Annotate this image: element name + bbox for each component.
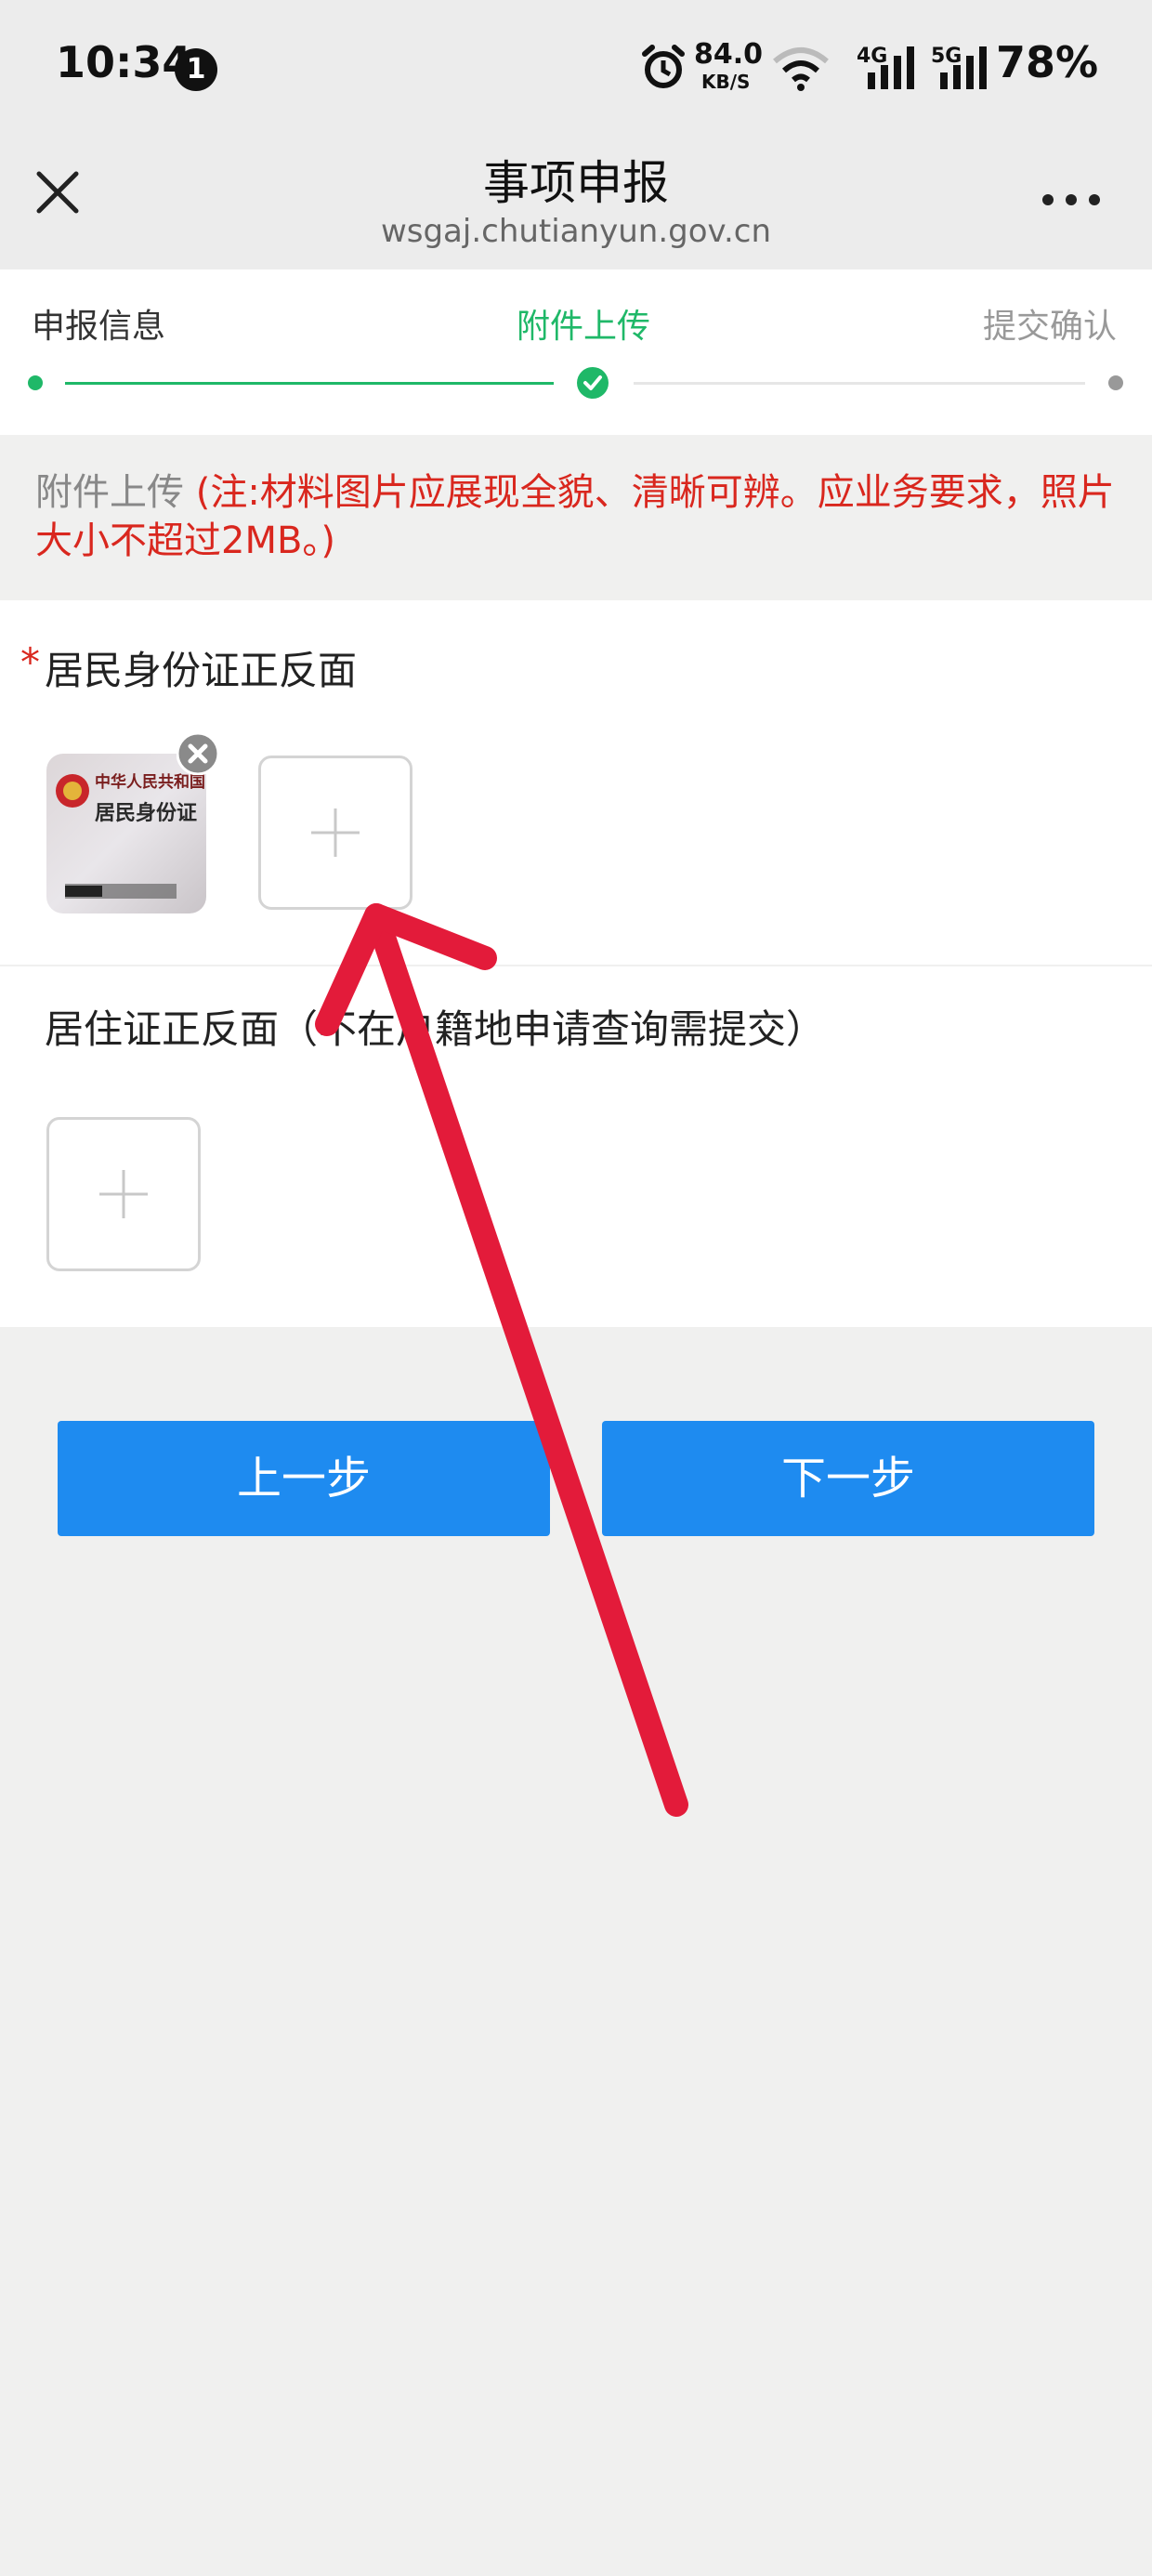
page-title: 事项申报 xyxy=(483,156,669,210)
signal-bars-icon xyxy=(868,46,914,89)
more-options-icon[interactable] xyxy=(1041,191,1102,209)
page-url: wsgaj.chutianyun.gov.cn xyxy=(380,213,772,250)
required-mark: * xyxy=(20,639,40,685)
signal-bars-icon xyxy=(940,46,987,89)
wifi-icon xyxy=(773,47,829,91)
step-line-done xyxy=(65,382,554,385)
step-dot-done xyxy=(28,375,43,390)
residence-permit-label: 居住证正反面（不在户籍地申请查询需提交） xyxy=(45,1006,826,1052)
net-speed-unit: KB/S xyxy=(701,71,751,93)
plus-icon xyxy=(99,1170,148,1218)
status-bar: 10:34 1 84.0 KB/S 4G 5G 78% xyxy=(0,0,1152,135)
step-line-pending xyxy=(634,382,1085,385)
id-card-label: 居民身份证正反面 xyxy=(45,648,358,693)
residence-permit-section: 居住证正反面（不在户籍地申请查询需提交） xyxy=(0,966,1152,1327)
step-progress: 申报信息 附件上传 提交确认 xyxy=(0,269,1152,435)
notice-text: 附件上传 (注:材料图片应展现全貌、清晰可辨。应业务要求，照片大小不超过2MB。… xyxy=(35,468,1132,565)
page-header: 事项申报 wsgaj.chutianyun.gov.cn xyxy=(0,135,1152,269)
step-label-info: 申报信息 xyxy=(32,308,166,346)
notice-requirements: (注:材料图片应展现全貌、清晰可辨。应业务要求，照片大小不超过2MB。) xyxy=(35,471,1115,562)
step-label-confirm: 提交确认 xyxy=(983,308,1118,346)
plus-icon xyxy=(311,808,360,857)
status-time: 10:34 xyxy=(56,37,192,87)
net-speed-value: 84.0 xyxy=(694,38,764,71)
id-card-thumbnail[interactable]: 中华人民共和国 居民身份证 xyxy=(46,754,206,913)
step-check-icon xyxy=(577,367,609,399)
remove-image-icon[interactable] xyxy=(177,732,219,775)
notice-lead: 附件上传 xyxy=(35,471,184,514)
battery-level: 78% xyxy=(996,37,1099,87)
notification-badge: 1 xyxy=(175,48,217,91)
next-step-button[interactable]: 下一步 xyxy=(602,1421,1094,1536)
id-card-thumb-title: 居民身份证 xyxy=(95,801,198,825)
residence-permit-upload-button[interactable] xyxy=(46,1117,201,1271)
id-card-upload-button[interactable] xyxy=(258,756,412,910)
step-dot-pending xyxy=(1108,375,1123,390)
alarm-icon xyxy=(642,45,685,88)
upload-notice: 附件上传 (注:材料图片应展现全貌、清晰可辨。应业务要求，照片大小不超过2MB。… xyxy=(0,435,1152,600)
step-label-upload: 附件上传 xyxy=(517,308,651,346)
id-card-section: * 居民身份证正反面 中华人民共和国 居民身份证 xyxy=(0,600,1152,965)
prev-step-button[interactable]: 上一步 xyxy=(58,1421,550,1536)
